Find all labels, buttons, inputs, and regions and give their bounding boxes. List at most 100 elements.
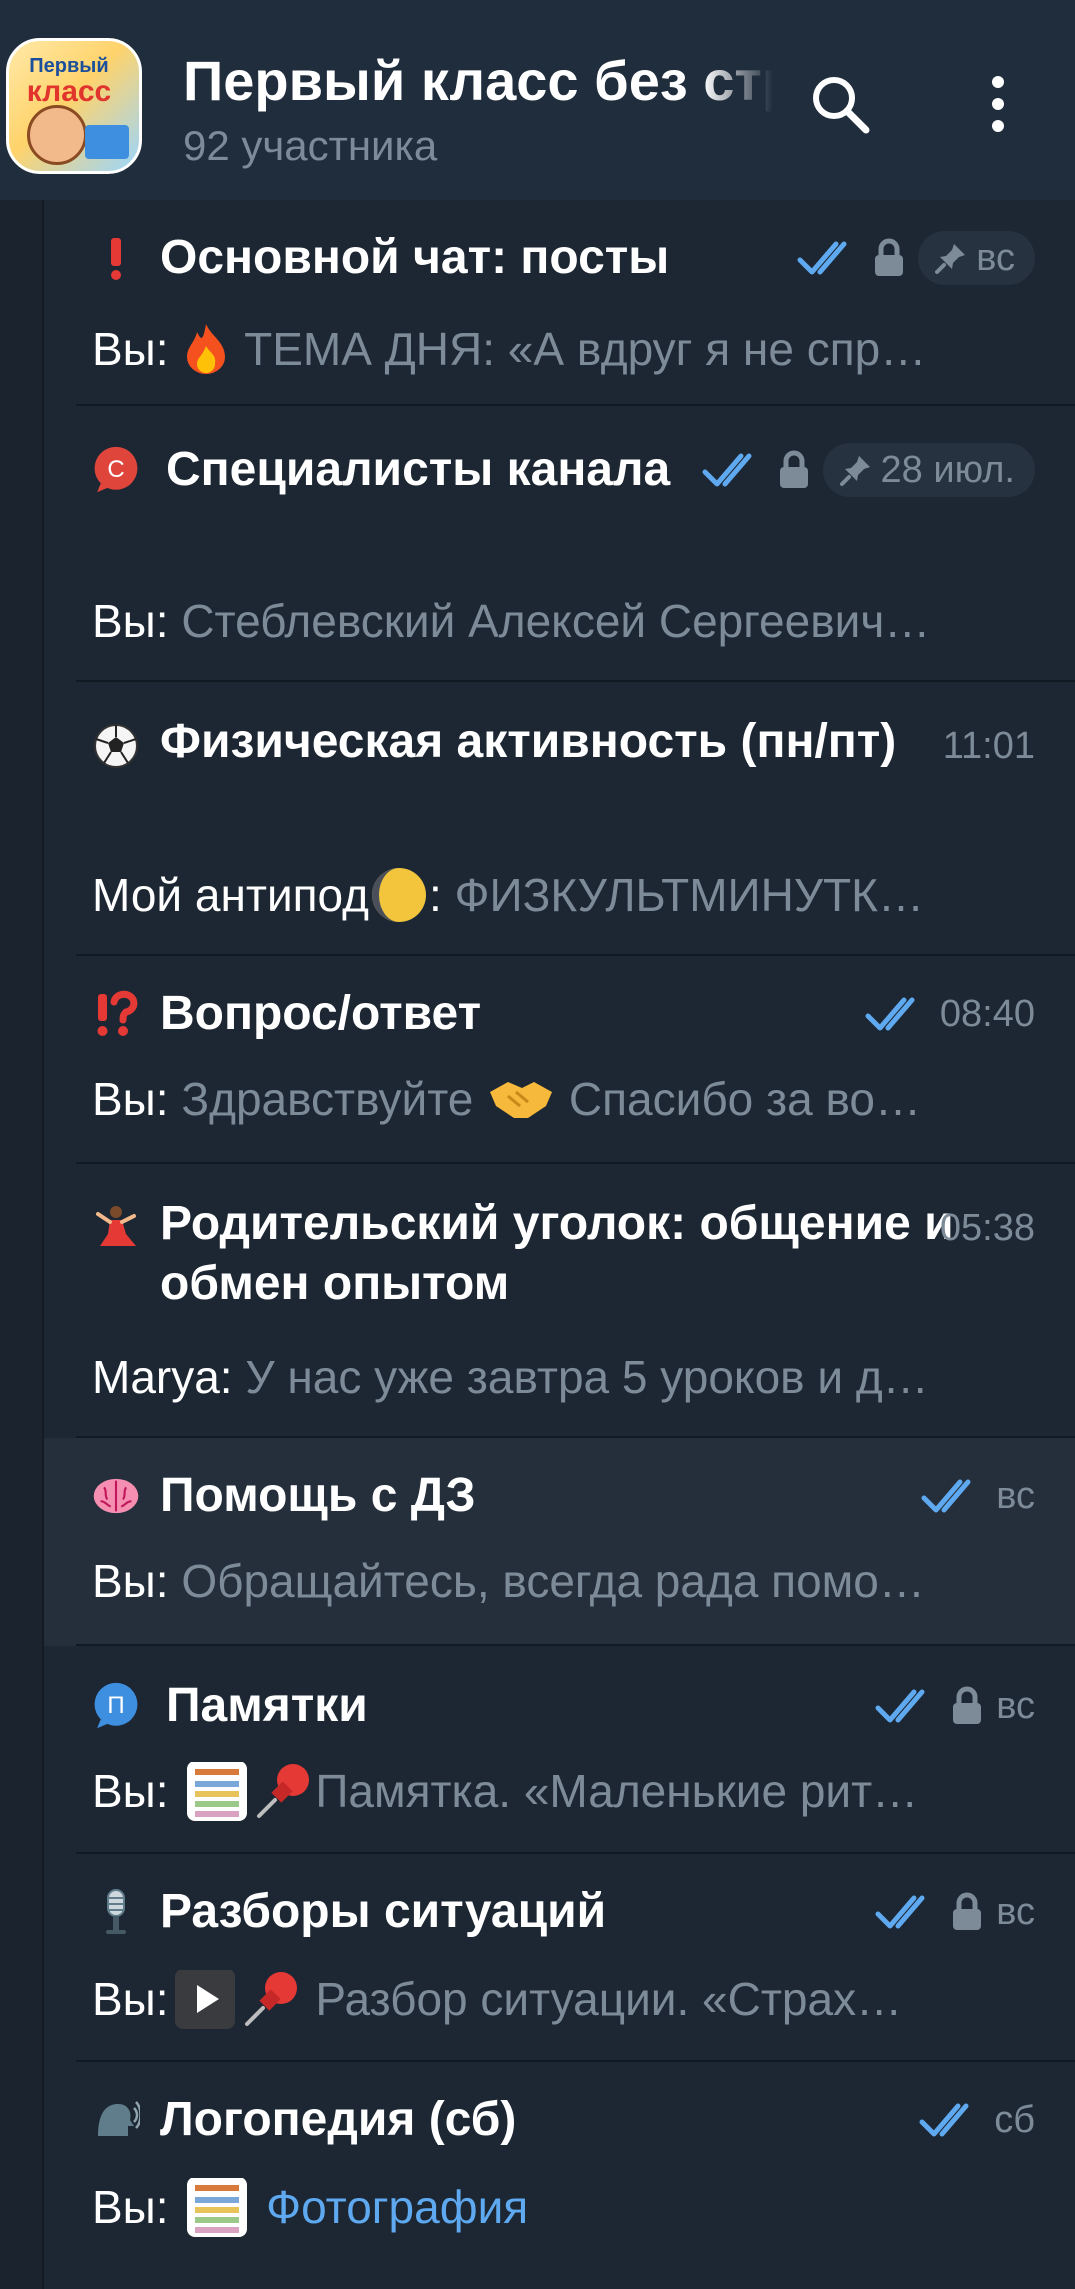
topic-preview: Вы: Фотография [92, 2178, 1052, 2237]
background-chat-list-edge [0, 200, 44, 2289]
topic-name: Логопедия (сб) [160, 2093, 517, 2146]
preview-text: Памятка. «Маленькие рит… [315, 1765, 919, 1817]
preview-text: ФИЗКУЛЬТМИНУТК… [454, 869, 924, 921]
video-thumbnail [174, 1970, 235, 2029]
topic-preview: Вы: Памятка. «Маленькие рит… [92, 1762, 1052, 1822]
more-options-button[interactable] [966, 72, 1030, 136]
topic-name: Памятки [166, 1679, 368, 1732]
topic-name: Физическая активность (пн/пт) [160, 715, 897, 768]
pin-icon [839, 456, 870, 486]
lock-icon [779, 450, 808, 488]
pin-icon [935, 244, 966, 274]
chat-title[interactable]: Первый класс без стресса [183, 48, 773, 113]
speaking-head-icon [98, 2101, 140, 2136]
topic-name: Разборы ситуаций [160, 1885, 607, 1938]
preview-sender: Мой антипод [92, 869, 369, 921]
avatar-logo-text: Первый класс [26, 55, 112, 108]
search-icon [813, 77, 870, 134]
preview-text: Стеблевский Алексей Сергеевич… [181, 595, 931, 647]
preview-text-tail: Спасибо за во… [568, 1073, 921, 1125]
photo-thumbnail [187, 2178, 248, 2237]
preview-text: У нас уже завтра 5 уроков и д… [245, 1351, 929, 1403]
preview-sender: Вы: [92, 2181, 169, 2233]
topic-time: вс [996, 1684, 1035, 1727]
double-check-icon [875, 1895, 925, 1929]
topic-time: вс [976, 236, 1015, 279]
topic-preview: Мой антипод: ФИЗКУЛЬТМИНУТК… [92, 866, 1052, 925]
topic-row[interactable]: Вопрос/ответ 08:40 Вы: Здравствуйте Спас… [44, 956, 1075, 1164]
pinned-badge: вс [918, 231, 1035, 285]
topic-meta: 05:38 [940, 1198, 1035, 1258]
topic-time: 28 июл. [880, 448, 1015, 491]
topic-row[interactable]: С Специалисты канала 28 июл. Вы: Стеблев… [44, 406, 1075, 682]
dancer-icon [96, 1206, 136, 1246]
double-check-icon [921, 1479, 971, 1513]
topic-name: Специалисты канала [166, 443, 671, 496]
preview-sender: Вы: [92, 1765, 169, 1817]
topic-meta: сб [918, 2090, 1035, 2150]
topic-meta: вс [796, 228, 1035, 288]
topic-preview: Marya: У нас уже завтра 5 уроков и д… [92, 1348, 1052, 1406]
topic-row[interactable]: Родительский уголок: общение и обмен опы… [44, 1164, 1075, 1438]
avatar-book-illustration [85, 125, 129, 159]
microphone-icon [106, 1889, 126, 1934]
topic-preview: Вы: Разбор ситуации. «Страх… [92, 1970, 1052, 2030]
svg-text:С: С [107, 456, 124, 483]
topic-name: Родительский уголок: общение и обмен опы… [160, 1197, 954, 1310]
topic-meta: вс [920, 1466, 1035, 1526]
preview-text: Здравствуйте [181, 1073, 474, 1125]
app: Первый класс Первый класс без стресса 92… [0, 0, 1075, 2289]
pushpin-icon [257, 1763, 310, 1818]
group-avatar[interactable]: Первый класс [6, 38, 142, 174]
avatar-child-illustration [27, 105, 87, 165]
topic-preview: Вы: ТЕМА ДНЯ: «А вдруг я не спр… [92, 320, 1052, 378]
preview-sender: Вы: [92, 323, 169, 375]
preview-sender: Вы: [92, 1073, 169, 1125]
double-check-icon [865, 997, 915, 1031]
topic-row[interactable]: Разборы ситуаций вс Вы: Разбор ситуации.… [44, 1854, 1075, 2062]
topic-name: Помощь с ДЗ [160, 1469, 476, 1522]
topic-row[interactable]: П Памятки вс Вы: Памятка. «Маленькие рит… [44, 1646, 1075, 1854]
double-check-icon [875, 1689, 925, 1723]
double-check-icon [702, 453, 752, 487]
moon-icon [371, 867, 426, 922]
fire-icon [187, 323, 226, 374]
topic-preview: Вы: Стеблевский Алексей Сергеевич… [92, 592, 1052, 650]
topic-time: 05:38 [939, 1206, 1035, 1249]
preview-sender: Вы: [92, 1973, 169, 2025]
topic-time: 08:40 [939, 992, 1035, 1035]
svg-text:П: П [107, 1692, 124, 1719]
topic-meta: вс [874, 1882, 1035, 1942]
topic-row[interactable]: Основной чат: посты вс Вы: ТЕМА ДНЯ: «А … [44, 200, 1075, 406]
letter-p-icon: П [94, 1682, 138, 1729]
topic-meta: 28 июл. [701, 440, 1035, 500]
topic-time: сб [994, 2098, 1035, 2141]
chat-header: Первый класс Первый класс без стресса 92… [0, 0, 1075, 200]
preview-text: Фотография [266, 2181, 529, 2233]
soccer-ball-icon [94, 724, 138, 768]
topic-row-selected[interactable]: Помощь с ДЗ вс Вы: Обращайтесь, всегда р… [44, 1438, 1075, 1646]
topic-preview: Вы: Обращайтесь, всегда рада помо… [92, 1552, 1052, 1610]
lock-icon [953, 1892, 982, 1930]
topic-name: Основной чат: посты [160, 231, 670, 284]
search-button[interactable] [808, 72, 872, 136]
preview-text: Обращайтесь, всегда рада помо… [181, 1555, 925, 1607]
topic-row[interactable]: Физическая активность (пн/пт) 11:01 Мой … [44, 682, 1075, 956]
double-check-icon [797, 241, 847, 275]
exclamation-question-icon [97, 990, 138, 1036]
member-count: 92 участника [183, 122, 438, 169]
pushpin-icon [244, 1971, 297, 2026]
topic-name: Вопрос/ответ [160, 987, 482, 1040]
topic-time: вс [996, 1474, 1035, 1517]
topic-preview: Вы: Здравствуйте Спасибо за во… [92, 1070, 1052, 1128]
topic-time: 11:01 [942, 724, 1035, 767]
topic-meta: 08:40 [864, 984, 1035, 1044]
topic-time: вс [996, 1890, 1035, 1933]
handshake-icon [490, 1081, 553, 1118]
topic-row[interactable]: Логопедия (сб) сб Вы: Фотография [44, 2062, 1075, 2289]
more-vertical-icon [992, 76, 1004, 132]
letter-c-icon: С [94, 446, 138, 493]
topic-meta: 11:01 [943, 716, 1035, 776]
lock-icon [875, 238, 904, 276]
exclamation-icon [111, 238, 121, 280]
